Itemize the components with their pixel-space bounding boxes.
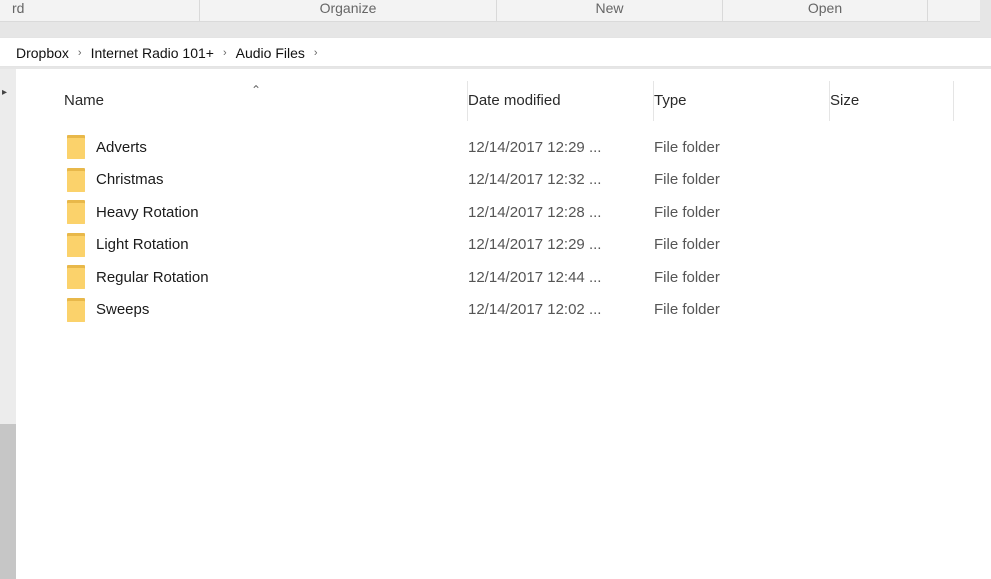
folder-icon	[67, 167, 85, 192]
navigation-scrollbar[interactable]	[0, 69, 16, 579]
breadcrumb-item-internet-radio[interactable]: Internet Radio 101+	[91, 45, 214, 61]
file-type: File folder	[654, 203, 720, 221]
file-type: File folder	[654, 236, 720, 254]
file-name: Light Rotation	[96, 236, 189, 254]
file-type: File folder	[654, 268, 720, 286]
folder-icon	[67, 200, 85, 224]
ribbon-group-open: Open	[723, 0, 928, 21]
file-name: Christmas	[96, 171, 164, 189]
file-name: Sweeps	[96, 301, 150, 319]
table-row[interactable]: Adverts 12/14/2017 12:29 ... File folder	[32, 131, 991, 164]
file-date: 12/14/2017 12:32 ...	[468, 171, 602, 189]
file-type: File folder	[654, 138, 720, 156]
folder-icon	[67, 297, 85, 322]
ribbon-group-clipboard: rd	[0, 0, 200, 21]
breadcrumb: Dropbox › Internet Radio 101+ › Audio Fi…	[16, 38, 327, 68]
chevron-right-icon[interactable]: ›	[223, 47, 227, 59]
file-type: File folder	[654, 301, 720, 319]
column-header-date-modified[interactable]: Date modified	[468, 81, 654, 121]
table-row[interactable]: Regular Rotation 12/14/2017 12:44 ... Fi…	[32, 261, 991, 294]
ribbon-group-labels: rd Organize New Open	[0, 0, 980, 22]
chevron-right-icon[interactable]: ›	[314, 47, 318, 59]
column-header-name[interactable]: Name	[64, 81, 468, 121]
breadcrumb-item-audio-files[interactable]: Audio Files	[236, 45, 305, 61]
ribbon-group-label: Organize	[319, 0, 377, 16]
table-row[interactable]: Light Rotation 12/14/2017 12:29 ... File…	[32, 229, 991, 262]
folder-icon	[67, 135, 85, 159]
column-header-size[interactable]: Size	[830, 81, 954, 121]
file-list[interactable]: ⌃ Name Date modified Type Size Adverts 1…	[32, 69, 991, 579]
ribbon-group-label: New	[595, 0, 624, 16]
expand-arrow-icon[interactable]: ▸	[2, 87, 7, 98]
ribbon-group-new: New	[497, 0, 723, 21]
address-bar[interactable]: Dropbox › Internet Radio 101+ › Audio Fi…	[0, 37, 991, 67]
folder-icon	[67, 232, 85, 257]
ribbon-group-label: Open	[807, 0, 843, 16]
ribbon-group-organize: Organize	[200, 0, 497, 21]
file-rows: Adverts 12/14/2017 12:29 ... File folder…	[32, 131, 991, 326]
chevron-right-icon[interactable]: ›	[78, 47, 82, 59]
folder-icon	[67, 265, 85, 289]
column-header-type[interactable]: Type	[654, 81, 830, 121]
file-name: Adverts	[96, 138, 147, 156]
file-date: 12/14/2017 12:29 ...	[468, 236, 602, 254]
table-row[interactable]: Christmas 12/14/2017 12:32 ... File fold…	[32, 164, 991, 197]
file-date: 12/14/2017 12:29 ...	[468, 138, 602, 156]
file-name: Regular Rotation	[96, 268, 209, 286]
file-date: 12/14/2017 12:02 ...	[468, 301, 602, 319]
file-type: File folder	[654, 171, 720, 189]
table-row[interactable]: Heavy Rotation 12/14/2017 12:28 ... File…	[32, 196, 991, 229]
breadcrumb-item-dropbox[interactable]: Dropbox	[16, 45, 69, 61]
table-row[interactable]: Sweeps 12/14/2017 12:02 ... File folder	[32, 294, 991, 327]
file-name: Heavy Rotation	[96, 203, 199, 221]
file-date: 12/14/2017 12:44 ...	[468, 268, 602, 286]
file-date: 12/14/2017 12:28 ...	[468, 203, 602, 221]
scrollbar-thumb[interactable]	[0, 424, 16, 579]
ribbon-group-label: rd	[12, 0, 25, 16]
